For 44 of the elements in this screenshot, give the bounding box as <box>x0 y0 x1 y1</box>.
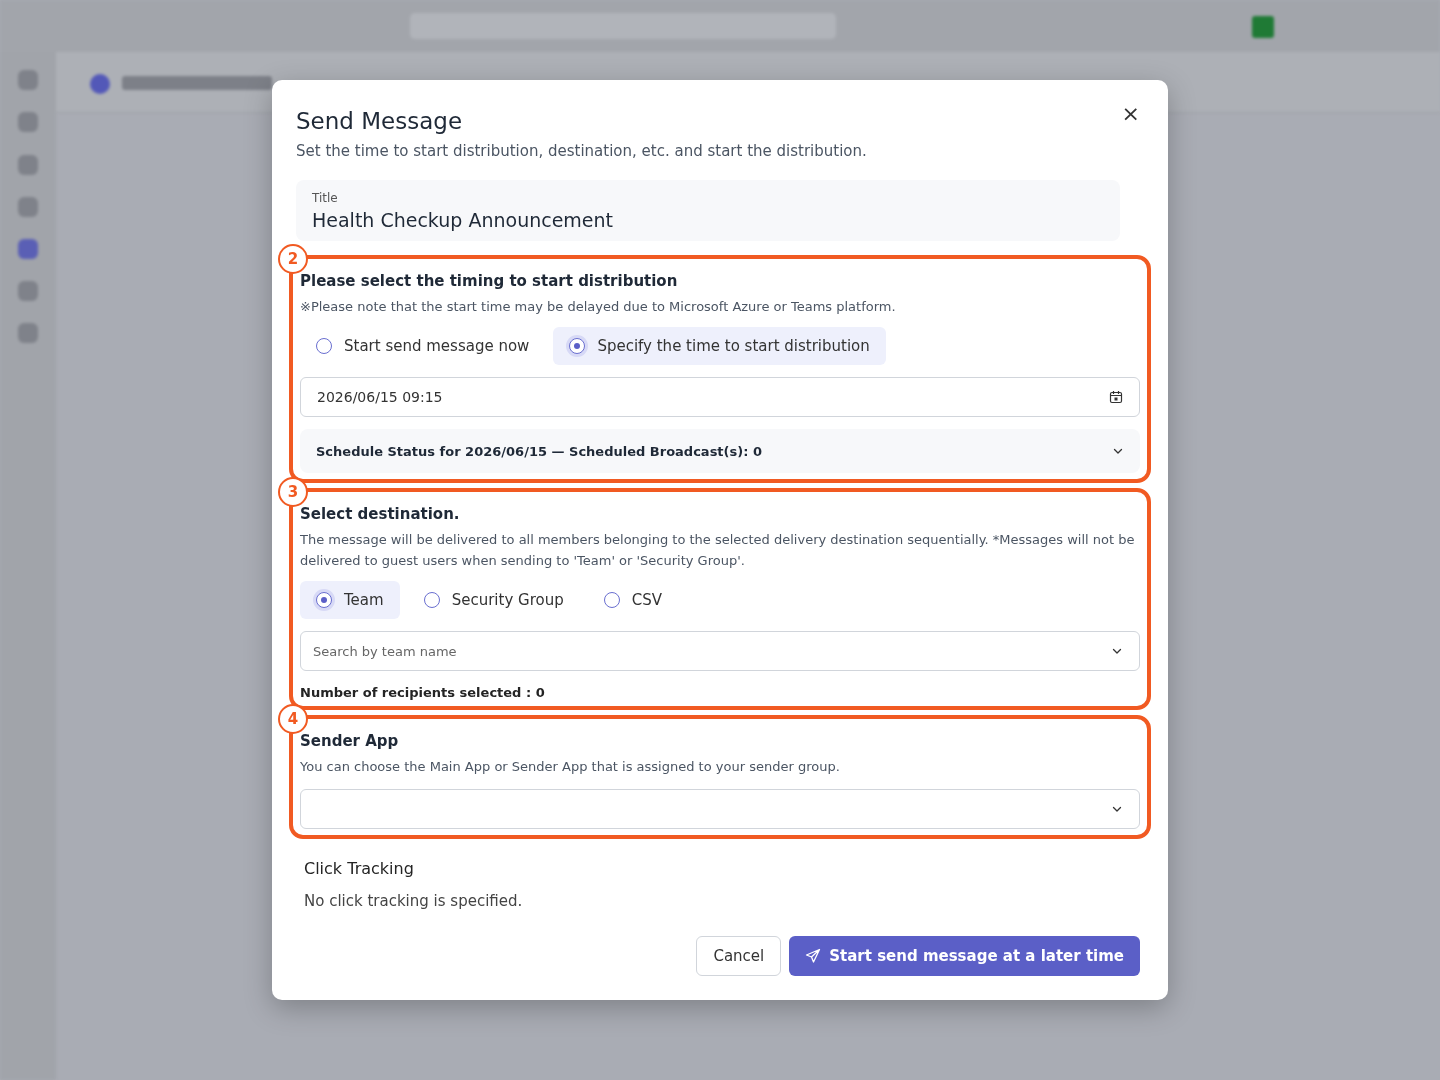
calendar-icon[interactable] <box>1109 390 1123 404</box>
rail-icon[interactable] <box>18 197 38 217</box>
recipients-count: Number of recipients selected : 0 <box>300 685 546 700</box>
schedule-send-button[interactable]: Start send message at a later time <box>789 936 1140 976</box>
dialog-title: Send Message <box>296 107 463 136</box>
section-heading: Click Tracking <box>304 859 415 878</box>
team-search-field[interactable]: Search by team name <box>300 631 1140 671</box>
datetime-field[interactable]: 2026/06/15 09:15 <box>300 377 1140 417</box>
rail-icon[interactable] <box>18 112 38 132</box>
section-heading: Select destination. <box>300 505 461 523</box>
radio-option[interactable]: Specify the time to start distribution <box>553 327 886 365</box>
avatar-icon <box>1252 16 1274 38</box>
rail-icon[interactable] <box>18 70 38 90</box>
radio-icon <box>423 592 440 608</box>
rail-icon[interactable] <box>18 281 38 301</box>
section-description: The message will be delivered to all members belonging to the selected delivery destination sequentially. *Messages will not be delivered to guest users when sending to 'Team' or 'Security Group'. <box>300 531 1136 570</box>
radio-icon <box>316 338 332 354</box>
send-icon <box>805 948 822 964</box>
section-description: You can choose the Main App or Sender App that is assigned to your sender group. <box>300 758 841 776</box>
radio-option[interactable]: Start send message now <box>300 327 546 365</box>
step-badge: 2 <box>278 244 308 274</box>
section-heading: Sender App <box>300 732 400 750</box>
click-tracking-text: No click tracking is specified. <box>304 892 524 910</box>
radio-option[interactable]: Team <box>300 581 400 619</box>
schedule-status-panel[interactable]: Schedule Status for 2026/06/15 — Scheduled Broadcast(s): 0 <box>300 429 1140 473</box>
rail-icon[interactable] <box>18 323 38 343</box>
schedule-status-text: Schedule Status for 2026/06/15 — Scheduled Broadcast(s): 0 <box>316 443 762 459</box>
sender-app-dropdown[interactable] <box>300 789 1140 829</box>
close-button[interactable]: × <box>1115 100 1146 128</box>
radio-option[interactable]: Security Group <box>407 581 580 619</box>
step-badge: 4 <box>278 704 308 734</box>
radio-icon <box>603 592 620 608</box>
step-badge: 3 <box>278 477 308 507</box>
radio-option[interactable]: CSV <box>587 581 678 619</box>
field-label: Title <box>312 191 339 205</box>
rail-icon[interactable] <box>18 239 38 259</box>
cancel-button[interactable]: Cancel <box>696 936 782 976</box>
rail-icon[interactable] <box>18 155 38 175</box>
field-value: Health Checkup Announcement <box>312 209 615 231</box>
radio-icon <box>569 338 586 354</box>
dialog-subtitle: Set the time to start distribution, destination, etc. and start the distribution. <box>296 142 868 160</box>
section-heading: Please select the timing to start distribution <box>300 272 679 290</box>
section-note: ※Please note that the start time may be delayed due to Microsoft Azure or Teams platform. <box>300 298 897 316</box>
radio-icon <box>316 592 332 608</box>
